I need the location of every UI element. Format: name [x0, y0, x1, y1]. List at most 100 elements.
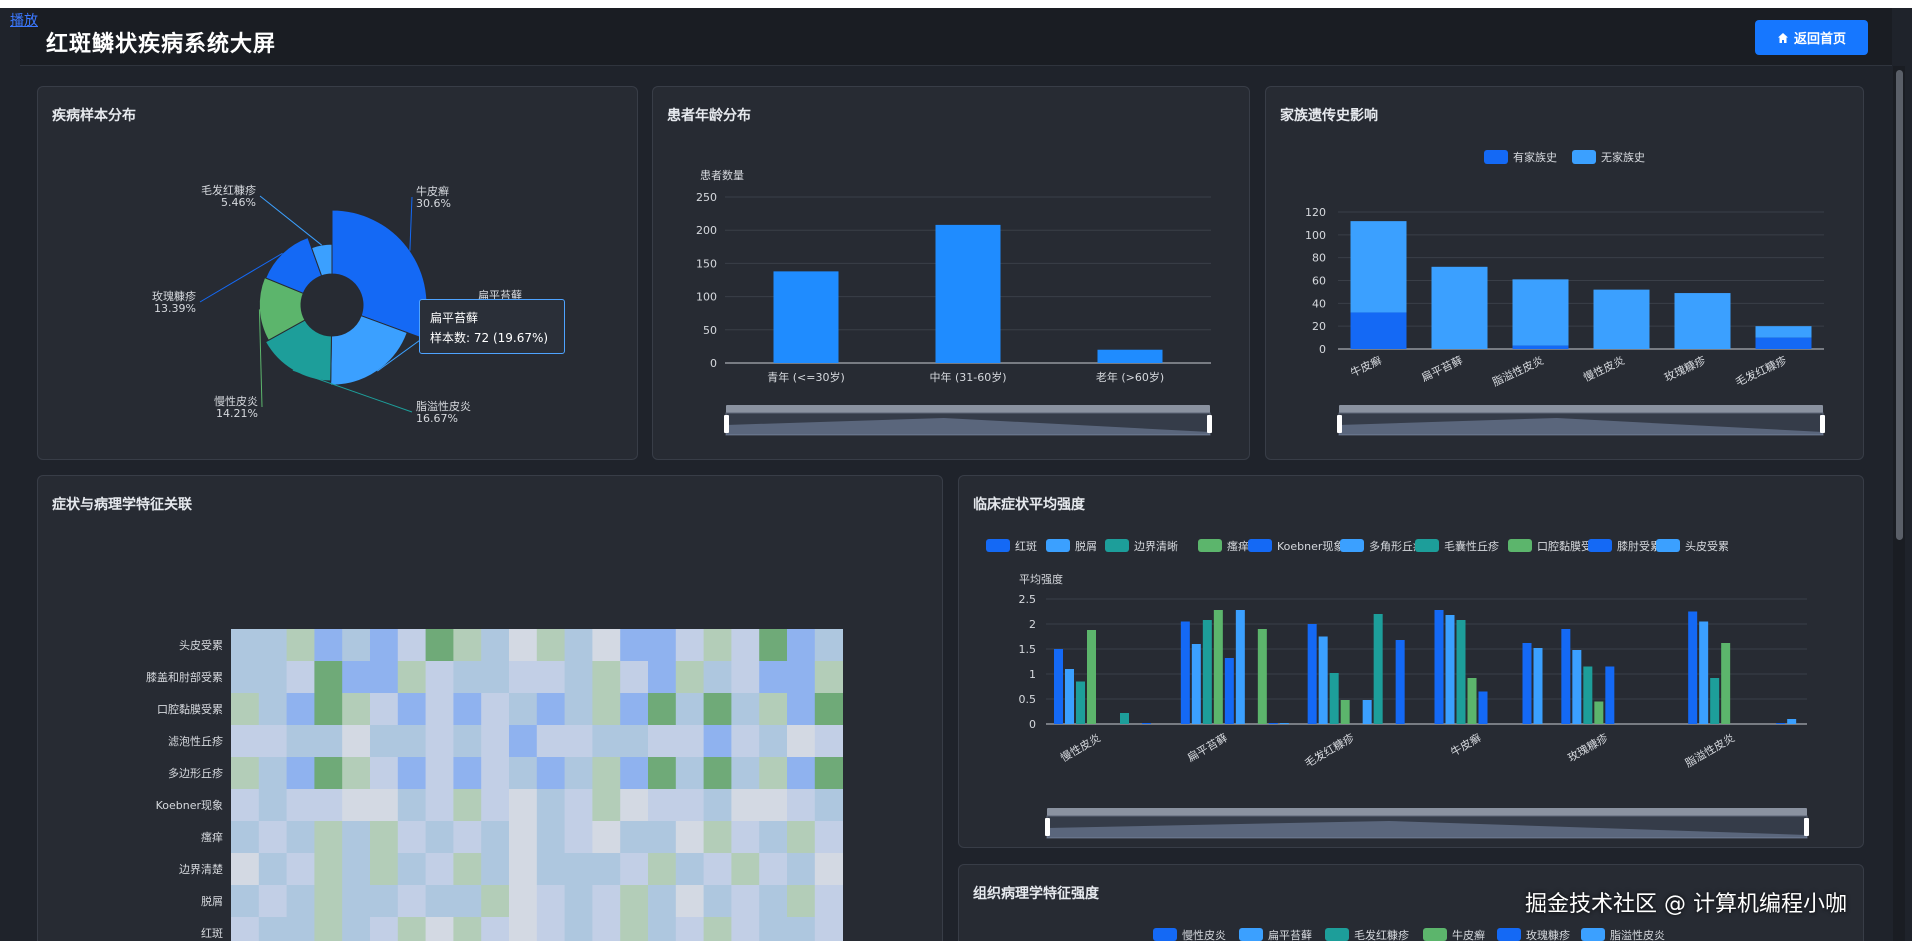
watermark: 掘金技术社区 @ 计算机编程小咖: [1525, 892, 1847, 917]
heat-cell: [703, 917, 732, 941]
legend-swatch: [1588, 539, 1612, 552]
heat-cell: [258, 661, 287, 694]
heat-cell: [342, 757, 371, 790]
legend-swatch: [1581, 928, 1605, 941]
heat-cell: [481, 661, 510, 694]
heat-cell: [675, 821, 704, 854]
row-label: 滤泡性丘疹: [168, 734, 223, 748]
x-tick-label: 脂溢性皮炎: [1490, 353, 1546, 389]
heat-cell: [509, 725, 538, 758]
heat-cell: [258, 789, 287, 822]
heat-cell: [370, 661, 399, 694]
heat-cell: [675, 757, 704, 790]
family-history-chart: 有家族史 无家族史 0 20 40 60 80 100 120 牛皮癣 扁平苔藓 脂溢性皮炎 慢性皮炎 玫…: [1305, 150, 1825, 436]
heat-cell: [592, 629, 621, 662]
heat-cell: [286, 725, 315, 758]
heat-cell: [592, 661, 621, 694]
heat-cell: [509, 917, 538, 941]
heat-cell: [370, 693, 399, 726]
bar: [1478, 691, 1488, 724]
heat-cell: [536, 853, 565, 886]
bar-segment: [1755, 326, 1812, 338]
heat-cell: [509, 789, 538, 822]
heat-cell: [620, 693, 649, 726]
heat-cell: [370, 853, 399, 886]
heat-cell: [787, 629, 816, 662]
pie-label-name: 牛皮癣: [416, 184, 449, 198]
heat-cell: [564, 885, 593, 918]
heat-cell: [564, 725, 593, 758]
pie-label-name: 脂溢性皮炎: [416, 399, 471, 413]
panel-clinical-symptoms: 临床症状平均强度 红斑 脱屑 边界清晰 瘙痒 Koebner现象 多角形丘疹 毛囊性丘疹 口腔…: [958, 475, 1864, 848]
pie-label-name: 毛发红糠疹: [201, 183, 256, 197]
heat-cell: [481, 629, 510, 662]
heat-cell: [814, 853, 843, 886]
heat-cell: [342, 853, 371, 886]
heat-cell: [509, 885, 538, 918]
page-scrollbar[interactable]: [1893, 66, 1905, 941]
bar: [1373, 614, 1383, 724]
panel-age-distribution: 患者年龄分布 患者数量 0 50 100 150 200 250 青年 (<=30岁) 中年 (…: [652, 86, 1250, 460]
bar: [1561, 629, 1571, 724]
heat-cell: [620, 917, 649, 941]
legend-label: 脂溢性皮炎: [1610, 928, 1665, 941]
heat-cell: [759, 853, 788, 886]
heat-cell: [814, 693, 843, 726]
heat-cell: [509, 693, 538, 726]
legend-swatch: [1656, 539, 1680, 552]
scrollbar-thumb[interactable]: [1896, 70, 1903, 540]
heat-cell: [342, 629, 371, 662]
heat-cell: [592, 693, 621, 726]
heat-cell: [731, 789, 760, 822]
heat-cell: [370, 757, 399, 790]
heat-cell: [425, 661, 454, 694]
heat-cell: [675, 853, 704, 886]
play-link[interactable]: 播放: [10, 10, 38, 30]
heat-cell: [231, 853, 260, 886]
heat-cell: [675, 693, 704, 726]
heat-cell: [787, 885, 816, 918]
heat-cell: [258, 853, 287, 886]
heat-cell: [481, 693, 510, 726]
heat-cell: [342, 917, 371, 941]
heat-cell: [425, 693, 454, 726]
heat-cell: [425, 853, 454, 886]
age-bar-chart: 患者数量 0 50 100 150 200 250 青年 (<=30岁) 中年 (31-60岁)…: [696, 169, 1212, 436]
home-button[interactable]: 返回首页: [1755, 20, 1868, 55]
bar: [1776, 723, 1786, 724]
heat-cell: [759, 885, 788, 918]
heat-cell: [648, 757, 677, 790]
heat-cell: [314, 789, 343, 822]
heat-cell: [814, 885, 843, 918]
heat-cell: [536, 885, 565, 918]
heat-cell: [620, 789, 649, 822]
bar: [1445, 615, 1455, 724]
heat-cell: [286, 661, 315, 694]
heat-cell: [231, 789, 260, 822]
heat-cell: [759, 629, 788, 662]
heat-cell: [342, 693, 371, 726]
heat-cell: [425, 821, 454, 854]
heat-cell: [731, 757, 760, 790]
legend-swatch: [1153, 928, 1177, 941]
heat-cell: [814, 821, 843, 854]
legend-swatch: [1508, 539, 1532, 552]
header-bar: 红斑鳞状疾病系统大屏 返回首页: [20, 8, 1892, 66]
heat-cell: [536, 917, 565, 941]
heat-cell: [592, 885, 621, 918]
heat-cell: [425, 757, 454, 790]
heat-cell: [620, 725, 649, 758]
y-tick-label: 2: [1029, 618, 1036, 631]
heat-cell: [314, 629, 343, 662]
heat-cell: [286, 821, 315, 854]
heat-cell: [231, 821, 260, 854]
heat-cell: [342, 789, 371, 822]
legend-label: Koebner现象: [1277, 540, 1344, 553]
y-tick-label: 0: [1029, 718, 1036, 731]
heat-cell: [453, 661, 482, 694]
bar: [1180, 621, 1190, 724]
zoom-handle-left: [1045, 818, 1050, 836]
heat-cell: [509, 629, 538, 662]
bar: [1054, 649, 1063, 724]
legend-label: 慢性皮炎: [1182, 928, 1226, 941]
